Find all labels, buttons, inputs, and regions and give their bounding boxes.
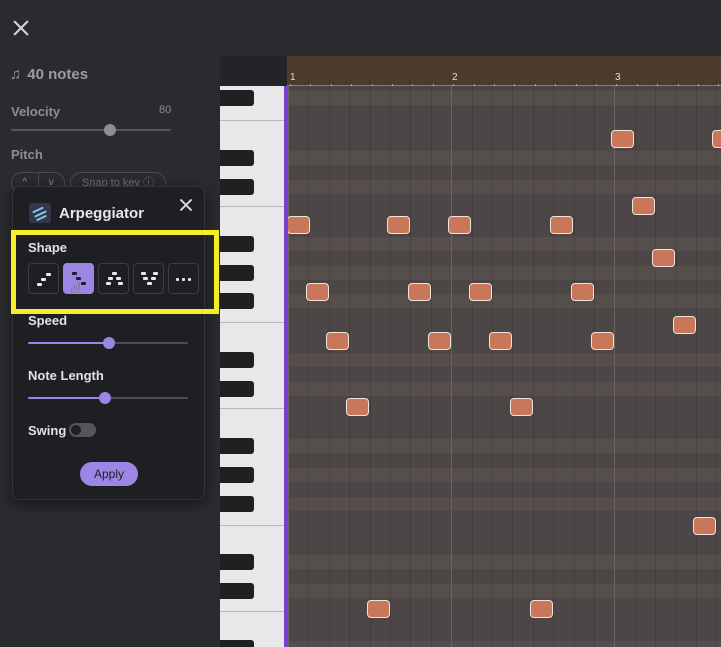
swing-label: Swing [28, 423, 67, 438]
apply-button[interactable]: Apply [80, 462, 138, 486]
beat-line [410, 86, 412, 647]
velocity-label: Velocity [11, 104, 61, 119]
beat-line [634, 86, 636, 647]
pitch-label: Pitch [11, 147, 43, 162]
black-key[interactable] [220, 293, 254, 309]
velocity-slider-thumb[interactable] [104, 124, 116, 136]
black-key[interactable] [220, 640, 254, 647]
note-block[interactable] [428, 332, 451, 350]
note-block[interactable] [367, 600, 390, 618]
beat-line [594, 86, 595, 647]
beat-line [390, 86, 391, 647]
piano-keyboard[interactable] [220, 86, 284, 647]
bar-line [451, 86, 453, 647]
notes-count-label: 40 notes [27, 66, 89, 83]
beat-line [471, 86, 473, 647]
beat-line [430, 86, 432, 647]
note-block[interactable] [591, 332, 614, 350]
note-block[interactable] [571, 283, 594, 301]
beat-line [492, 86, 493, 647]
bar-number-2: 2 [452, 72, 458, 83]
black-key[interactable] [220, 90, 254, 106]
beat-line [655, 86, 657, 647]
note-block[interactable] [510, 398, 533, 416]
close-icon[interactable] [12, 19, 30, 37]
beat-line [532, 86, 534, 647]
black-key[interactable] [220, 236, 254, 252]
notes-count: ♫ 40 notes [10, 66, 88, 83]
beat-line [553, 86, 555, 647]
note-block[interactable] [712, 130, 721, 148]
black-key[interactable] [220, 265, 254, 281]
note-length-slider-fill [28, 397, 104, 399]
note-block[interactable] [346, 398, 369, 416]
note-block[interactable] [550, 216, 573, 234]
popup-close-icon[interactable] [179, 198, 193, 212]
white-key-separator [220, 611, 284, 612]
note-block[interactable] [632, 197, 655, 215]
white-key-separator [220, 120, 284, 121]
note-block[interactable] [469, 283, 492, 301]
beat-line [369, 86, 371, 647]
black-key[interactable] [220, 467, 254, 483]
top-bar [0, 0, 721, 56]
popup-title: Arpeggiator [59, 204, 145, 222]
note-block[interactable] [387, 216, 410, 234]
white-key-separator [220, 322, 284, 323]
beat-line [716, 86, 718, 647]
note-block[interactable] [530, 600, 553, 618]
bar-number-3: 3 [615, 72, 621, 83]
black-key[interactable] [220, 352, 254, 368]
beat-line [512, 86, 514, 647]
black-key[interactable] [220, 583, 254, 599]
music-note-icon: ♫ [10, 66, 22, 83]
black-key[interactable] [220, 438, 254, 454]
beat-line [308, 86, 310, 647]
note-grid[interactable] [288, 86, 721, 647]
note-block[interactable] [306, 283, 329, 301]
black-key[interactable] [220, 554, 254, 570]
swing-toggle[interactable] [69, 423, 96, 437]
speed-slider-fill [28, 342, 108, 344]
note-block[interactable] [408, 283, 431, 301]
speed-slider-thumb[interactable] [103, 337, 115, 349]
bar-line [288, 86, 289, 647]
note-block[interactable] [489, 332, 512, 350]
note-block[interactable] [693, 517, 716, 535]
note-block[interactable] [673, 316, 696, 334]
note-block[interactable] [611, 130, 634, 148]
beat-line [675, 86, 677, 647]
shape-highlight-box [11, 230, 219, 314]
speed-label: Speed [28, 313, 68, 328]
velocity-value: 80 [159, 104, 172, 116]
beat-line [696, 86, 697, 647]
note-block[interactable] [448, 216, 471, 234]
note-block[interactable] [288, 216, 310, 234]
black-key[interactable] [220, 150, 254, 166]
black-key[interactable] [220, 381, 254, 397]
velocity-slider-track[interactable] [11, 129, 171, 131]
white-key-separator [220, 525, 284, 526]
note-block[interactable] [652, 249, 675, 267]
beat-line [573, 86, 575, 647]
note-block[interactable] [326, 332, 349, 350]
bar-number-1: 1 [290, 72, 296, 83]
note-length-label: Note Length [28, 368, 104, 383]
timeline-ruler[interactable] [287, 56, 721, 86]
arpeggiator-icon [29, 203, 51, 223]
white-key-separator [220, 206, 284, 207]
note-length-slider-thumb[interactable] [99, 392, 111, 404]
beat-line [349, 86, 351, 647]
bar-line [614, 86, 616, 647]
beat-line [328, 86, 330, 647]
white-key-separator [220, 408, 284, 409]
black-key[interactable] [220, 179, 254, 195]
black-key[interactable] [220, 496, 254, 512]
